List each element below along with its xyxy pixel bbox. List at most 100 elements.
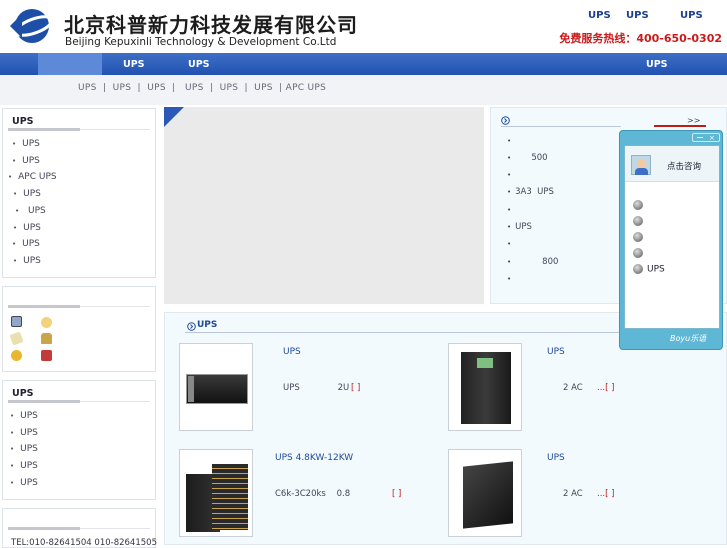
company-logo-icon[interactable] [8,6,54,46]
chat-agent-row[interactable] [633,248,647,259]
chat-agent-row[interactable] [633,216,647,227]
agent-avatar-icon [631,155,651,175]
sub-nav-links[interactable]: UPS | UPS | UPS | UPS | UPS | UPS | APC … [78,83,326,93]
contact-box: TEL:010-82641504 010-82641505 [2,508,157,548]
close-icon[interactable]: × [709,134,715,142]
ups-display [477,358,493,368]
nav-active-highlight[interactable] [38,53,102,75]
title-underline [8,305,80,308]
product-list-title: UPS [12,388,34,399]
agent-status-icon [633,216,643,226]
title-underline [8,527,80,530]
product-category-title: UPS [12,116,34,127]
product-desc: 2 AC [563,489,583,499]
nav-item-3[interactable]: UPS [646,59,668,70]
book-icon[interactable] [11,316,22,327]
product-list-item[interactable]: UPS [10,444,38,454]
product-more-link[interactable]: ...[ ] [597,383,614,393]
news-more-link[interactable]: >> [687,116,700,125]
top-link-2[interactable]: UPS [626,10,649,21]
news-item[interactable]: 500 [507,153,547,163]
product-thumbnail[interactable] [448,449,522,537]
chat-agent-name: UPS [647,264,665,275]
category-item[interactable]: UPS [13,223,41,233]
company-name-cn: 北京科普新力科技发展有限公司 [64,13,358,37]
quick-links-box [2,286,156,372]
product-desc: C6k-3C20ks 0.8 [275,489,351,499]
title-divider [80,401,150,402]
title-underline [8,400,80,403]
agent-status-icon [633,232,643,242]
product-title[interactable]: UPS [283,347,301,357]
news-item[interactable] [507,274,515,284]
minimize-icon[interactable] [697,137,703,138]
product-more-link[interactable]: ...[ ] [597,489,614,499]
chat-agent-row[interactable] [633,200,647,211]
nav-item-1[interactable]: UPS [123,59,145,70]
banner-area[interactable] [164,107,484,304]
category-item[interactable]: UPS [15,206,46,216]
category-item[interactable]: UPS [12,239,40,249]
news-item[interactable] [507,205,515,215]
category-item[interactable]: UPS [12,156,40,166]
category-item[interactable]: UPS [13,256,41,266]
product-title[interactable]: UPS [547,453,565,463]
title-divider [80,129,150,130]
agent-status-icon [633,264,643,274]
news-item[interactable]: UPS [507,222,532,232]
news-item[interactable] [507,170,515,180]
chat-agent-row[interactable]: UPS [633,264,665,275]
nav-item-2[interactable]: UPS [188,59,210,70]
news-item[interactable] [507,239,515,249]
product-title[interactable]: UPS [547,347,565,357]
top-link-1[interactable]: UPS [588,10,611,21]
arrow-circle-icon [501,116,510,125]
product-list-item[interactable]: UPS [10,461,38,471]
company-name-en: Beijing Kepuxinli Technology & Developme… [65,36,337,48]
rack-ups-image [186,374,248,404]
product-thumbnail[interactable] [448,343,522,431]
chat-agent-row[interactable] [633,232,647,243]
product-list-item[interactable]: UPS [10,478,38,488]
product-thumbnail[interactable] [179,449,253,537]
phone-icon[interactable] [41,333,52,344]
product-category-box: UPS UPS UPS APC UPS UPS UPS UPS UPS UPS [2,108,156,278]
chat-panel: 点击咨询 UPS [624,145,720,329]
sub-nav: UPS | UPS | UPS | UPS | UPS | UPS | APC … [0,75,727,105]
agent-status-icon [633,200,643,210]
chat-window-controls[interactable]: × [692,133,720,142]
news-item[interactable] [507,136,515,146]
product-desc: UPS 2U [283,383,350,393]
news-item[interactable]: 800 [507,257,558,267]
arrow-circle-icon [187,322,196,331]
online-chat-widget[interactable]: × 点击咨询 UPS Boyu乐语 [619,130,723,350]
product-desc: 2 AC [563,383,583,393]
ups-cabinet-image [212,464,248,530]
product-title[interactable]: UPS 4.8KW-12KW [275,453,353,463]
top-link-3[interactable]: UPS [680,10,703,21]
news-divider [501,126,621,127]
agent-status-icon [633,248,643,258]
chat-header-label: 点击咨询 [667,162,702,172]
product-list-item[interactable]: UPS [10,428,38,438]
category-item[interactable]: APC UPS [8,172,56,182]
product-list-item[interactable]: UPS [10,411,38,421]
product-thumbnail[interactable] [179,343,253,431]
rack-handle [188,376,194,402]
coin-icon[interactable] [11,350,22,361]
chat-header[interactable]: 点击咨询 [625,146,719,182]
title-underline [8,128,80,131]
category-item[interactable]: UPS [13,189,41,199]
truck-icon[interactable] [41,350,52,361]
chat-brand[interactable]: Boyu乐语 [670,333,706,344]
category-item[interactable]: UPS [12,139,40,149]
tower-ups-image [463,461,513,529]
clock-icon[interactable] [41,317,52,328]
news-accent-line [654,125,706,127]
title-divider [80,306,150,307]
news-item[interactable]: 3A3 UPS [507,187,554,197]
document-icon[interactable] [9,331,24,346]
product-more-link[interactable]: [ ] [392,489,401,499]
product-more-link[interactable]: [ ] [351,383,360,393]
banner-corner-decoration [164,107,184,127]
